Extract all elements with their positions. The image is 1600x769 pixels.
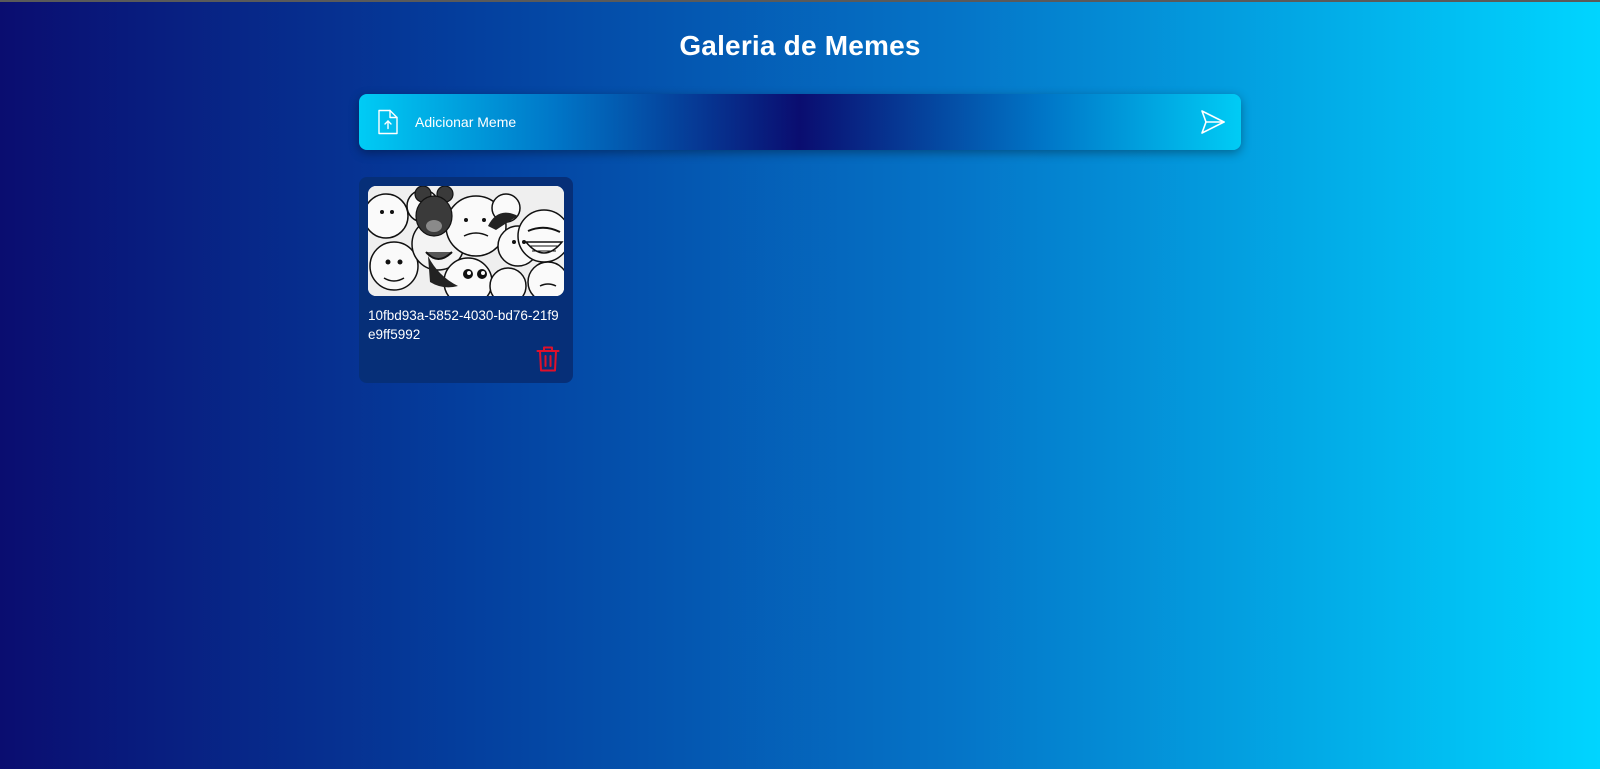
add-meme-bar[interactable]: Adicionar Meme [359, 94, 1241, 150]
send-icon [1201, 110, 1225, 134]
meme-image[interactable] [368, 186, 564, 296]
meme-card: 10fbd93a-5852-4030-bd76-21f9e9ff5992 [359, 177, 573, 383]
page-title: Galeria de Memes [679, 30, 921, 61]
trash-icon [536, 346, 560, 372]
delete-meme-button[interactable] [535, 345, 561, 373]
top-border [0, 0, 1600, 2]
send-button[interactable] [1195, 104, 1231, 140]
add-meme-label[interactable]: Adicionar Meme [415, 94, 516, 150]
meme-filename: 10fbd93a-5852-4030-bd76-21f9e9ff5992 [368, 308, 559, 342]
file-upload-icon[interactable] [376, 109, 400, 135]
